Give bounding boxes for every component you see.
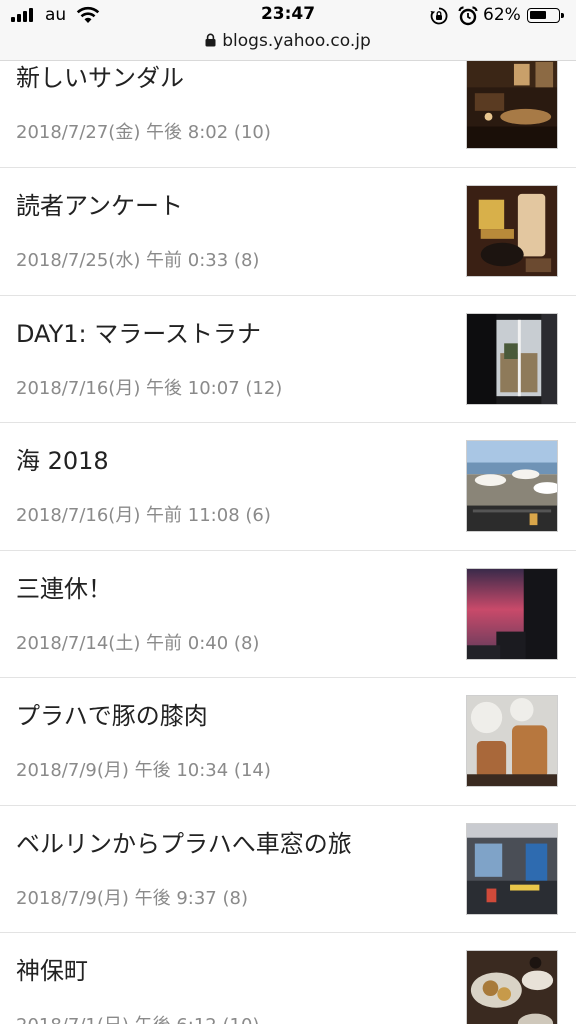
post-item[interactable]: 海 2018 2018/7/16(月) 午前 11:08 (6) <box>0 423 576 551</box>
window-view-image <box>467 313 557 404</box>
post-thumbnail[interactable] <box>466 695 558 787</box>
battery-percentage: 62% <box>483 5 521 25</box>
post-title[interactable]: 三連休！ <box>16 569 112 604</box>
beach-umbrellas-image <box>467 441 557 531</box>
post-thumbnail[interactable] <box>466 567 558 660</box>
post-meta: 2018/7/14(土) 午前 0:40 (8) <box>16 632 260 654</box>
post-item[interactable]: DAY1: マラーストラナ 2018/7/16(月) 午後 10:07 (12) <box>0 296 576 423</box>
page: au 23:47 62% blogs.yahoo.co.jp 新しいサンダル 2… <box>0 0 576 1024</box>
browser-chrome: au 23:47 62% blogs.yahoo.co.jp <box>0 0 576 61</box>
post-meta: 2018/7/16(月) 午後 10:07 (12) <box>16 377 283 399</box>
post-thumbnail[interactable] <box>466 822 558 915</box>
food-dishes-image <box>467 951 557 1024</box>
rotation-lock-icon <box>430 7 448 25</box>
post-thumbnail[interactable] <box>466 312 558 405</box>
post-item[interactable]: ベルリンからプラハへ車窓の旅 2018/7/9(月) 午後 9:37 (8) <box>0 806 576 933</box>
post-thumbnail[interactable] <box>466 440 558 532</box>
post-meta: 2018/7/9(月) 午後 10:34 (14) <box>16 760 271 781</box>
alarm-icon <box>458 6 478 26</box>
post-item[interactable]: 読者アンケート 2018/7/25(水) 午前 0:33 (8) <box>0 168 576 296</box>
battery-level-fill <box>530 11 546 19</box>
post-thumbnail[interactable] <box>466 185 558 277</box>
post-meta: 2018/7/27(金) 午後 8:02 (10) <box>16 122 271 143</box>
sunset-sky-image <box>467 568 557 659</box>
post-item[interactable]: プラハで豚の膝肉 2018/7/9(月) 午後 10:34 (14) <box>0 678 576 806</box>
url-bar[interactable]: blogs.yahoo.co.jp <box>0 31 576 51</box>
post-meta: 2018/7/9(月) 午後 9:37 (8) <box>16 887 248 909</box>
blog-post-list: 新しいサンダル 2018/7/27(金) 午後 8:02 (10) 読者アンケー… <box>0 40 576 1024</box>
post-meta: 2018/7/16(月) 午前 11:08 (6) <box>16 505 271 526</box>
cosmetics-products-image <box>467 186 557 276</box>
brewery-tanks-image <box>467 696 557 786</box>
post-item[interactable]: 三連休！ 2018/7/14(土) 午前 0:40 (8) <box>0 551 576 678</box>
post-title[interactable]: DAY1: マラーストラナ <box>16 314 261 349</box>
post-item[interactable]: 神保町 2018/7/1(日) 午後 6:12 (10) <box>0 933 576 1024</box>
post-title[interactable]: 新しいサンダル <box>16 58 184 93</box>
post-title[interactable]: プラハで豚の膝肉 <box>16 696 208 731</box>
post-title[interactable]: ベルリンからプラハへ車窓の旅 <box>16 824 352 859</box>
status-bar: au 23:47 62% <box>0 0 576 32</box>
url-text: blogs.yahoo.co.jp <box>222 31 371 51</box>
post-thumbnail[interactable] <box>466 57 558 149</box>
post-thumbnail[interactable] <box>466 950 558 1024</box>
post-title[interactable]: 神保町 <box>16 951 88 986</box>
post-title[interactable]: 海 2018 <box>16 441 109 476</box>
post-meta: 2018/7/25(水) 午前 0:33 (8) <box>16 250 260 271</box>
battery-tip <box>561 13 564 18</box>
restaurant-interior-image <box>467 58 557 148</box>
train-station-image <box>467 823 557 914</box>
post-meta: 2018/7/1(日) 午後 6:12 (10) <box>16 1011 259 1024</box>
padlock-icon <box>205 33 216 47</box>
post-title[interactable]: 読者アンケート <box>16 186 183 221</box>
battery-icon <box>527 8 560 23</box>
